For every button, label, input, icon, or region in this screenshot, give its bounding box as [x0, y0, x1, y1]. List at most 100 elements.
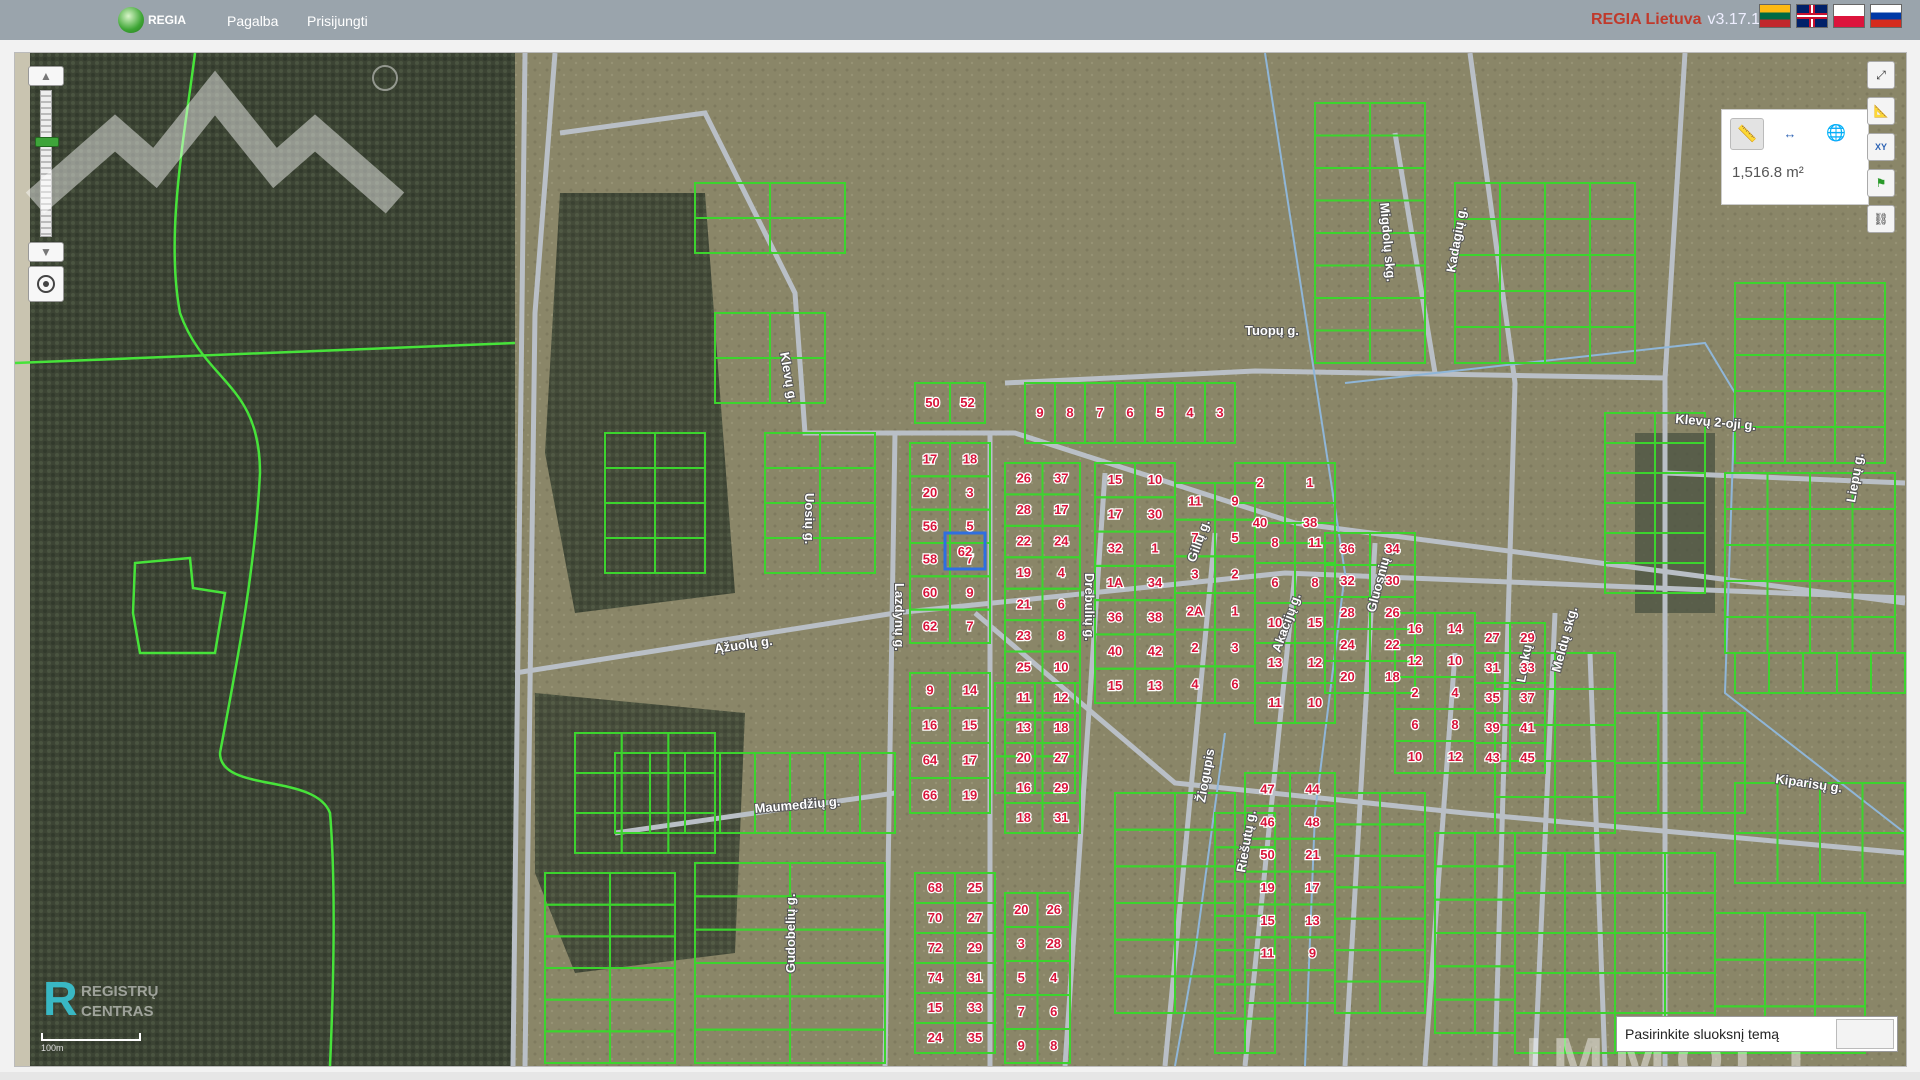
measure-panel: 📏 ↔ 🌐 1,516.8 m² [1721, 109, 1869, 205]
flag-lt-icon[interactable] [1759, 4, 1791, 28]
plot-number: 31 [968, 970, 982, 985]
plot-number: 37 [1520, 690, 1534, 705]
distance-icon: ↔ [1783, 125, 1797, 141]
link-tool-button[interactable]: ⛓ [1867, 205, 1895, 233]
plot-number: 32 [1108, 541, 1122, 556]
plot-number: 15 [963, 718, 977, 733]
plot-number: 20 [923, 485, 937, 500]
plot-number: 50 [925, 395, 939, 410]
right-toolbar: ⤢ 📐 XY ⚑ ⛓ [1867, 61, 1897, 241]
layer-search-button[interactable] [1836, 1019, 1894, 1049]
zoom-out-button[interactable]: ▼ [28, 242, 64, 262]
plot-number: 9 [1036, 405, 1043, 420]
zoom-slider-track[interactable] [35, 90, 59, 237]
flag-tool-button[interactable]: ⚑ [1867, 169, 1895, 197]
brand-title: REGIA Lietuva v3.17.1 [1591, 11, 1760, 29]
plot-number: 11 [1268, 695, 1282, 710]
plot-number: 24 [928, 1030, 943, 1045]
plot-number: 27 [968, 910, 982, 925]
plot-number: 2 [1191, 640, 1198, 655]
selected-plot-number[interactable]: 62 [957, 543, 974, 561]
plot-number: 17 [1108, 506, 1122, 521]
plot-number: 47 [1260, 781, 1274, 796]
plot-number: 22 [1017, 534, 1031, 549]
layer-search-input[interactable] [1623, 1025, 1827, 1043]
nav-help-link[interactable]: Pagalba [227, 13, 278, 29]
flag-icon: ⚑ [1875, 176, 1887, 190]
plot-number: 34 [1385, 541, 1400, 556]
plot-number: 1 [1231, 603, 1238, 618]
plot-number: 6 [1126, 405, 1133, 420]
map-canvas[interactable]: Tuopų g. Klevų g. Uosių g. Lazdynų g. Ąžuolų… [14, 52, 1907, 1067]
plot-number: 20 [1340, 669, 1354, 684]
measure-area-button[interactable]: 📏 [1730, 118, 1764, 150]
plot-number: 8 [1050, 1038, 1057, 1053]
plot-number: 24 [1340, 637, 1355, 652]
plot-number: 72 [928, 940, 942, 955]
plot-number: 19 [1260, 880, 1274, 895]
plot-number: 35 [968, 1030, 982, 1045]
plot-number: 6 [1411, 717, 1418, 732]
plot-number: 13 [1268, 655, 1282, 670]
plot-number: 7 [966, 618, 973, 633]
regia-logo-text: REGIA [148, 13, 187, 27]
nav-login-link[interactable]: Prisijungti [307, 13, 368, 29]
plot-number: 26 [1017, 471, 1031, 486]
plot-number: 27 [1054, 750, 1068, 765]
plot-number: 29 [1054, 780, 1068, 795]
plot-number: 10 [1054, 659, 1068, 674]
brand-name: REGIA Lietuva [1590, 11, 1702, 28]
plot-number: 15 [1308, 615, 1322, 630]
plot-number: 17 [1054, 502, 1068, 517]
rc-logo-icon: R [43, 973, 78, 1026]
plot-number: 25 [1017, 659, 1031, 674]
plot-number: 32 [1340, 573, 1354, 588]
language-selector [1759, 4, 1902, 28]
plot-number: 9 [1309, 946, 1316, 961]
plot-number: 12 [1448, 749, 1462, 764]
regia-logo[interactable]: REGIA [118, 7, 186, 33]
plot-number: 19 [963, 788, 977, 803]
plot-number: 17 [1305, 880, 1319, 895]
measured-area-value: 1,516.8 m² [1732, 164, 1804, 181]
fullscreen-icon: ⤢ [1876, 67, 1886, 82]
plot-number: 3 [1216, 405, 1223, 420]
plot-number: 7 [1191, 530, 1198, 545]
fullscreen-button[interactable]: ⤢ [1867, 61, 1895, 89]
plot-number: 13 [1017, 720, 1031, 735]
plot-number: 38 [1148, 609, 1162, 624]
plot-number: 7 [1096, 405, 1103, 420]
rc-logo-text: REGISTRŲ CENTRAS [81, 983, 159, 1020]
plot-number: 9 [1018, 1038, 1025, 1053]
top-bar: REGIA Pagalba Prisijungti REGIA Lietuva v… [0, 0, 1920, 40]
plot-number: 4 [1186, 405, 1194, 420]
flag-en-icon[interactable] [1796, 4, 1828, 28]
zoom-slider-thumb[interactable] [35, 137, 59, 147]
street-label: Drebulių g. [1082, 573, 1097, 641]
plot-number: 56 [923, 518, 937, 533]
plot-number: 11 [1188, 493, 1202, 508]
plot-number: 15 [1260, 913, 1274, 928]
flag-pl-icon[interactable] [1833, 4, 1865, 28]
plot-number: 9 [926, 683, 933, 698]
plot-number: 6 [1058, 596, 1065, 611]
plot-number: 4 [1191, 677, 1199, 692]
coordinates-tool-button[interactable]: XY [1867, 133, 1895, 161]
plot-number: 8 [1271, 535, 1278, 550]
measure-tool-button[interactable]: 📐 [1867, 97, 1895, 125]
plot-number: 29 [1520, 630, 1534, 645]
plot-number: 18 [1054, 720, 1068, 735]
forest-center [545, 193, 735, 613]
locate-button[interactable] [28, 266, 64, 302]
measure-distance-button[interactable]: ↔ [1774, 118, 1806, 148]
plot-number: 60 [923, 585, 937, 600]
measure-coordinates-button[interactable]: 🌐 [1820, 118, 1852, 148]
plot-number: 3 [1191, 567, 1198, 582]
scale-text: 100m [41, 1043, 64, 1053]
plot-number: 6 [1271, 575, 1278, 590]
flag-ru-icon[interactable] [1870, 4, 1902, 28]
plot-number: 8 [1066, 405, 1073, 420]
plot-number: 40 [1253, 515, 1267, 530]
plot-number: 21 [1305, 847, 1319, 862]
zoom-in-button[interactable]: ▲ [28, 66, 64, 86]
